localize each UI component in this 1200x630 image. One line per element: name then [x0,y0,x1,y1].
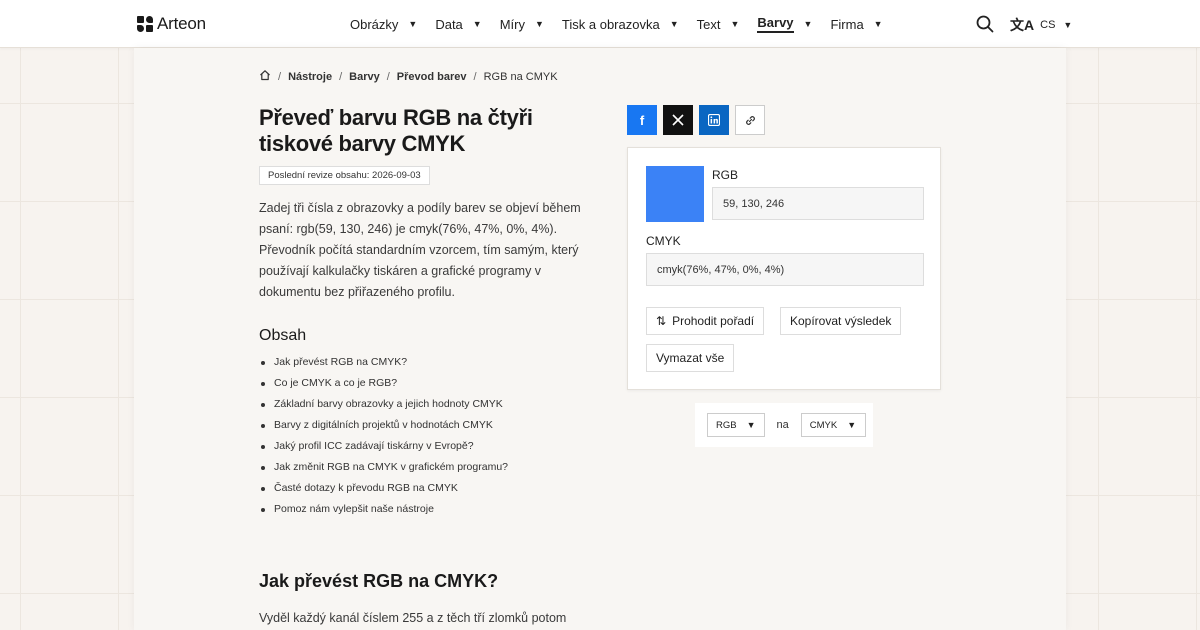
caret-down-icon: ▼ [669,19,679,29]
caret-down-icon: ▼ [535,19,544,29]
caret-down-icon: ▼ [746,420,756,430]
caret-down-icon: ▼ [873,19,883,29]
share-facebook-button[interactable]: f [627,105,657,135]
caret-down-icon: ▼ [847,420,857,430]
breadcrumb-separator: / [278,70,282,83]
caret-down-icon: ▼ [472,19,482,29]
breadcrumb-separator: / [473,70,477,83]
toc-item[interactable]: Co je CMYK a co je RGB? [259,373,508,394]
language-selector[interactable]: 文A CS ▼ [1010,15,1072,35]
toc-item[interactable]: Základní barvy obrazovky a jejich hodnot… [259,394,508,415]
linkedin-icon [708,114,720,126]
to-format-value: CMYK [809,419,838,431]
search-icon[interactable] [976,15,994,33]
toc-item[interactable]: Pomoz nám vylepšit naše nástroje [259,499,508,520]
breadcrumb-item-prevod-barev[interactable]: Převod barev [397,71,467,83]
swap-icon: ⇅ [656,314,667,328]
rgb-input[interactable] [712,187,924,220]
page-title: Převeď barvu RGB na čtyři tiskové barvy … [259,105,533,156]
facebook-icon: f [639,112,645,128]
nav-item-tisk-a-obrazovka[interactable]: Tisk a obrazovka ▼ [562,17,679,32]
nav-item-barvy[interactable]: Barvy ▼ [757,15,812,33]
toc-item[interactable]: Jaký profil ICC zadávají tiskárny v Evro… [259,436,508,457]
intro-paragraph: Zadej tři čísla z obrazovky a podíly bar… [259,201,581,299]
logo-text: Arteon [157,14,206,33]
clear-all-button[interactable]: Vymazat vše [646,344,735,372]
rgb-cmyk-converter: RGB CMYK ⇅ Prohodit pořadí Kopírovat výs… [627,147,941,390]
translate-icon: 文A [1010,17,1035,33]
caret-down-icon: ▼ [803,19,813,29]
caret-down-icon: ▼ [408,19,418,29]
main-content: / Nástroje / Barvy / Převod barev / RGB … [134,48,1066,630]
cmyk-output[interactable] [646,253,924,286]
swap-order-label: Prohodit pořadí [672,314,755,328]
main-nav: Obrázky ▼ Data ▼ Míry ▼ Tisk a obrazovka… [350,0,901,48]
from-format-select[interactable]: RGB ▼ [707,413,765,437]
copy-result-button[interactable]: Kopírovat výsledek [780,307,902,335]
revision-badge: Poslední revize obsahu: 2026-09-03 [259,166,430,185]
nav-item-obrazky[interactable]: Obrázky ▼ [350,17,417,32]
home-icon[interactable] [259,69,271,84]
toc-item[interactable]: Časté dotazy k převodu RGB na CMYK [259,478,508,499]
toc-title: Obsah [259,327,307,344]
table-of-contents: Jak převést RGB na CMYK? Co je CMYK a co… [259,352,508,520]
share-linkedin-button[interactable] [699,105,729,135]
breadcrumb-item-barvy[interactable]: Barvy [349,71,380,83]
top-navigation-bar: Arteon Obrázky ▼ Data ▼ Míry ▼ Tisk a ob… [0,0,1200,48]
arteon-logo-icon [137,16,153,32]
toc-item[interactable]: Jak převést RGB na CMYK? [259,352,508,373]
nav-item-label: Text [696,16,721,32]
nav-item-label: Data [435,16,463,32]
breadcrumb: / Nástroje / Barvy / Převod barev / RGB … [259,69,558,84]
copy-link-button[interactable] [735,105,765,135]
share-x-button[interactable] [663,105,693,135]
caret-down-icon: ▼ [730,19,740,29]
color-swatch [646,166,704,222]
swap-order-button[interactable]: ⇅ Prohodit pořadí [646,307,765,335]
caret-down-icon: ▼ [1063,20,1073,30]
nav-item-label: Míry [499,16,525,32]
section-title: Jak převést RGB na CMYK? [259,571,499,591]
breadcrumb-item-nastroje[interactable]: Nástroje [288,71,332,83]
rgb-label: RGB [712,168,739,182]
nav-item-label: Barvy [757,15,794,33]
cmyk-label: CMYK [646,234,681,248]
from-format-value: RGB [716,419,737,431]
toc-item[interactable]: Jak změnit RGB na CMYK v grafickém progr… [259,457,508,478]
breadcrumb-separator: / [339,70,343,83]
section-paragraph: Vyděl každý kanál číslem 255 a z těch tř… [259,611,567,625]
toc-item[interactable]: Barvy z digitálních projektů v hodnotách… [259,415,508,436]
nav-item-label: Obrázky [350,16,399,32]
link-icon [745,115,755,125]
breadcrumb-current: RGB na CMYK [483,70,558,83]
x-icon [672,114,684,126]
nav-item-label: Tisk a obrazovka [561,16,660,32]
language-code: CS [1040,19,1056,31]
to-format-select[interactable]: CMYK ▼ [800,413,867,437]
nav-item-firma[interactable]: Firma ▼ [830,17,882,32]
nav-item-miry[interactable]: Míry ▼ [500,17,544,32]
logo[interactable]: Arteon [137,14,206,34]
nav-item-label: Firma [830,16,864,32]
format-connector: na [776,419,789,431]
breadcrumb-separator: / [386,70,390,83]
share-buttons: f [627,105,765,135]
nav-item-text[interactable]: Text ▼ [697,17,740,32]
format-selector: RGB ▼ na CMYK ▼ [695,403,873,447]
nav-item-data[interactable]: Data ▼ [435,17,481,32]
